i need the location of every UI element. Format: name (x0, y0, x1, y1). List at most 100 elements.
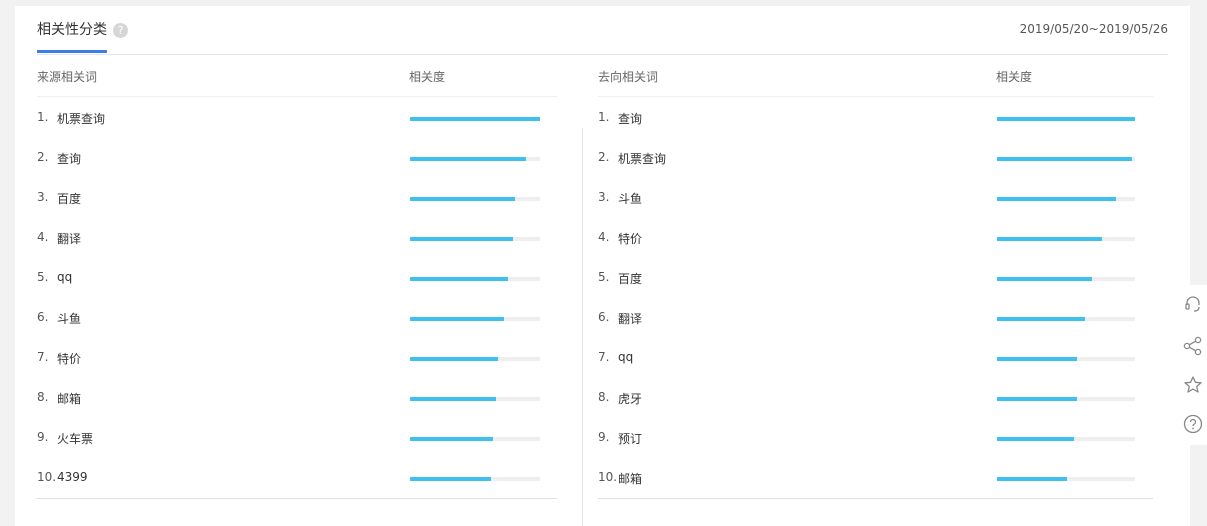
relevance-bar-track (997, 117, 1135, 121)
table-header: 来源相关词 相关度 (37, 54, 557, 97)
related-word[interactable]: 特价 (57, 350, 81, 367)
table-row[interactable]: 7. 特价 (37, 337, 557, 377)
related-word[interactable]: 百度 (57, 190, 81, 207)
relevance-bar-track (410, 157, 540, 161)
related-word[interactable]: 斗鱼 (57, 310, 81, 327)
relevance-bar-track (410, 237, 540, 241)
related-word[interactable]: 翻译 (618, 310, 642, 327)
row-rank: 1. (598, 110, 610, 124)
section-title: 相关性分类 ? (37, 20, 128, 40)
relevance-bar-track (997, 477, 1135, 481)
relevance-bar-fill (997, 357, 1078, 361)
table-row[interactable]: 8. 邮箱 (37, 377, 557, 417)
table-row[interactable]: 2. 查询 (37, 137, 557, 177)
table-row[interactable]: 3. 斗鱼 (598, 177, 1153, 217)
row-rank: 8. (598, 390, 610, 404)
relevance-bar-track (997, 437, 1135, 441)
relevance-bar-track (410, 357, 540, 361)
table-row[interactable]: 4. 翻译 (37, 217, 557, 257)
related-word[interactable]: 百度 (618, 270, 642, 287)
row-rank: 5. (37, 270, 49, 284)
relevance-bar-track (997, 197, 1135, 201)
row-rank: 7. (37, 350, 49, 364)
table-rows: 1. 查询 2. 机票查询 3. 斗鱼 4. 特价 5. 百度 6. 翻译 7. qq 8. 虎牙 9. 预订 10… (598, 97, 1153, 497)
related-word[interactable]: 邮箱 (57, 390, 81, 407)
relevance-bar-fill (997, 477, 1068, 481)
relevance-bar-fill (410, 237, 513, 241)
related-word[interactable]: qq (57, 270, 72, 284)
question-icon[interactable] (1183, 414, 1203, 434)
title-active-underline (37, 50, 107, 53)
table-row[interactable]: 2. 机票查询 (598, 137, 1153, 177)
related-word[interactable]: qq (618, 350, 633, 364)
related-word[interactable]: 火车票 (57, 430, 93, 447)
table-rows: 1. 机票查询 2. 查询 3. 百度 4. 翻译 5. qq 6. 斗鱼 7. 特价 8. 邮箱 9. 火车票 1… (37, 97, 557, 497)
relevance-bar-track (410, 397, 540, 401)
table-row[interactable]: 6. 斗鱼 (37, 297, 557, 337)
related-word[interactable]: 斗鱼 (618, 190, 642, 207)
row-rank: 4. (37, 230, 49, 244)
related-word[interactable]: 特价 (618, 230, 642, 247)
related-word[interactable]: 查询 (57, 150, 81, 167)
row-rank: 7. (598, 350, 610, 364)
table-row[interactable]: 10. 4399 (37, 457, 557, 497)
relevance-bar-fill (410, 437, 494, 441)
row-rank: 9. (37, 430, 49, 444)
related-word[interactable]: 邮箱 (618, 470, 642, 487)
table-row[interactable]: 4. 特价 (598, 217, 1153, 257)
column-header-relevance: 相关度 (409, 70, 446, 84)
table-row[interactable]: 10. 邮箱 (598, 457, 1153, 497)
relevance-bar-track (410, 477, 540, 481)
row-rank: 4. (598, 230, 610, 244)
relevance-bar-track (410, 277, 540, 281)
row-rank: 10. (37, 470, 57, 484)
related-word[interactable]: 4399 (57, 470, 88, 484)
headset-icon[interactable] (1183, 294, 1203, 314)
card-header: 相关性分类 ? 2019/05/20~2019/05/26 (37, 6, 1168, 55)
related-word[interactable]: 机票查询 (57, 110, 105, 127)
related-word[interactable]: 机票查询 (618, 150, 666, 167)
relevance-card: 相关性分类 ? 2019/05/20~2019/05/26 来源相关词 相关度 … (15, 6, 1190, 526)
relevance-bar-fill (410, 357, 499, 361)
related-word[interactable]: 预订 (618, 430, 642, 447)
row-rank: 2. (598, 150, 610, 164)
relevance-bar-fill (997, 277, 1093, 281)
table-bottom-border (37, 498, 557, 499)
relevance-bar-track (410, 117, 540, 121)
star-icon[interactable] (1183, 375, 1203, 395)
table-row[interactable]: 8. 虎牙 (598, 377, 1153, 417)
help-icon[interactable]: ? (113, 22, 128, 38)
relevance-bar-track (410, 317, 540, 321)
relevance-bar-track (410, 437, 540, 441)
table-row[interactable]: 5. qq (37, 257, 557, 297)
table-row[interactable]: 7. qq (598, 337, 1153, 377)
relevance-bar-fill (410, 157, 526, 161)
related-word[interactable]: 查询 (618, 110, 642, 127)
relevance-bar-fill (997, 437, 1075, 441)
related-word[interactable]: 翻译 (57, 230, 81, 247)
relevance-bar-fill (410, 197, 516, 201)
table-row[interactable]: 1. 机票查询 (37, 97, 557, 137)
table-row[interactable]: 1. 查询 (598, 97, 1153, 137)
row-rank: 8. (37, 390, 49, 404)
relevance-bar-fill (410, 477, 491, 481)
table-row[interactable]: 6. 翻译 (598, 297, 1153, 337)
relevance-bar-fill (997, 157, 1133, 161)
relevance-bar-track (997, 277, 1135, 281)
row-rank: 5. (598, 270, 610, 284)
table-row[interactable]: 9. 火车票 (37, 417, 557, 457)
table-row[interactable]: 5. 百度 (598, 257, 1153, 297)
row-rank: 1. (37, 110, 49, 124)
column-header-source-word: 来源相关词 (37, 70, 98, 84)
share-icon[interactable] (1183, 336, 1203, 356)
relevance-bar-fill (997, 197, 1116, 201)
destination-related-table: 去向相关词 相关度 1. 查询 2. 机票查询 3. 斗鱼 4. 特价 5. 百度 6. 翻译 7. qq… (598, 54, 1153, 499)
related-word[interactable]: 虎牙 (618, 390, 642, 407)
table-row[interactable]: 9. 预订 (598, 417, 1153, 457)
table-row[interactable]: 3. 百度 (37, 177, 557, 217)
row-rank: 3. (598, 190, 610, 204)
relevance-bar-fill (997, 117, 1135, 121)
relevance-bar-track (997, 237, 1135, 241)
section-title-text: 相关性分类 (37, 22, 107, 38)
column-divider (582, 128, 583, 526)
